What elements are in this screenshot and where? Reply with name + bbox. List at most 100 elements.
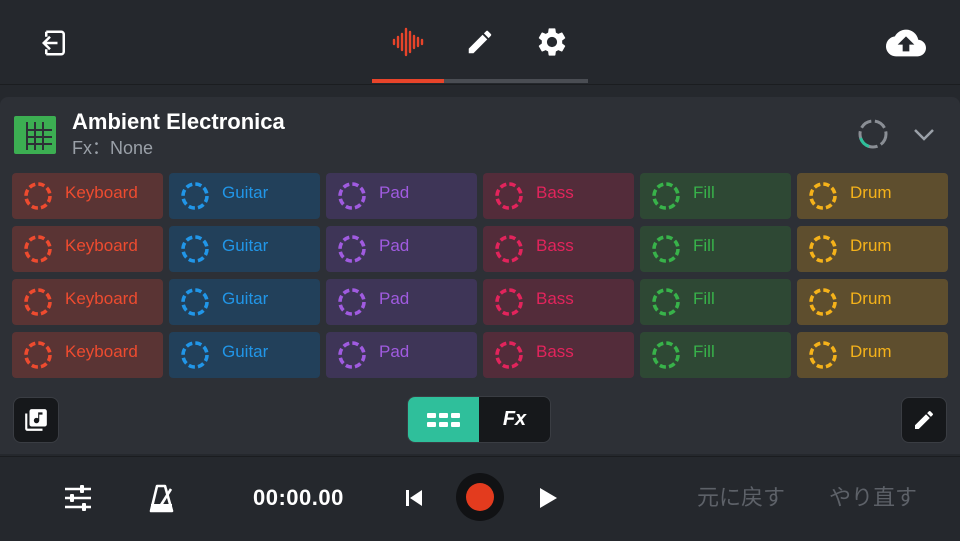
pad-guitar[interactable]: Guitar	[169, 332, 320, 378]
top-bar-divider	[0, 84, 960, 85]
song-grid-icon	[14, 116, 56, 154]
pad-keyboard[interactable]: Keyboard	[12, 332, 163, 378]
pad-guitar[interactable]: Guitar	[169, 173, 320, 219]
tab-settings[interactable]	[533, 24, 571, 60]
pad-ring-icon	[338, 182, 366, 210]
pad-keyboard[interactable]: Keyboard	[12, 226, 163, 272]
pad-label: Drum	[850, 342, 892, 361]
pad-ring-icon	[809, 182, 837, 210]
fx-view-button[interactable]: Fx	[479, 397, 550, 442]
metronome-icon	[149, 484, 174, 513]
pad-ring-icon	[181, 235, 209, 263]
pad-bass[interactable]: Bass	[483, 226, 634, 272]
pad-drum[interactable]: Drum	[797, 226, 948, 272]
pad-pad[interactable]: Pad	[326, 173, 477, 219]
pad-ring-icon	[652, 288, 680, 316]
pad-pad[interactable]: Pad	[326, 332, 477, 378]
pad-fill[interactable]: Fill	[640, 173, 791, 219]
pad-label: Guitar	[222, 289, 269, 308]
pad-ring-icon	[652, 341, 680, 369]
pad-bass[interactable]: Bass	[483, 173, 634, 219]
pad-label: Pad	[379, 236, 410, 255]
edit-pads-button[interactable]	[901, 397, 947, 443]
music-library-icon	[25, 409, 47, 431]
pad-label: Keyboard	[65, 342, 138, 361]
pad-fill[interactable]: Fill	[640, 332, 791, 378]
pad-label: Drum	[850, 183, 892, 202]
tab-edit[interactable]	[462, 24, 498, 60]
exit-icon	[41, 30, 65, 56]
collapse-button[interactable]	[910, 121, 938, 147]
pad-label: Fill	[693, 289, 715, 308]
loading-spinner-icon	[856, 117, 890, 151]
pad-label: Pad	[379, 289, 410, 308]
pad-ring-icon	[338, 288, 366, 316]
redo-button[interactable]: やり直す	[829, 484, 917, 512]
pad-bass[interactable]: Bass	[483, 332, 634, 378]
skip-to-start-button[interactable]	[400, 484, 428, 512]
pad-drum[interactable]: Drum	[797, 332, 948, 378]
pad-ring-icon	[24, 182, 52, 210]
pad-ring-icon	[338, 235, 366, 263]
pad-label: Keyboard	[65, 236, 138, 255]
pad-ring-icon	[181, 182, 209, 210]
metronome-button[interactable]	[146, 482, 178, 514]
pad-ring-icon	[338, 341, 366, 369]
pad-ring-icon	[495, 341, 523, 369]
pad-ring-icon	[652, 182, 680, 210]
pad-bass[interactable]: Bass	[483, 279, 634, 325]
pad-guitar[interactable]: Guitar	[169, 226, 320, 272]
pad-label: Drum	[850, 236, 892, 255]
pad-label: Guitar	[222, 236, 269, 255]
pad-label: Bass	[536, 342, 574, 361]
pad-drum[interactable]: Drum	[797, 173, 948, 219]
tab-waveform[interactable]	[388, 24, 428, 60]
mixer-button[interactable]	[60, 482, 96, 514]
chevron-down-icon	[914, 129, 934, 141]
pad-label: Bass	[536, 183, 574, 202]
skip-back-icon	[406, 490, 422, 506]
pad-label: Bass	[536, 289, 574, 308]
pad-ring-icon	[809, 288, 837, 316]
pad-pad[interactable]: Pad	[326, 279, 477, 325]
waveform-icon	[392, 27, 424, 57]
pad-label: Guitar	[222, 183, 269, 202]
pad-label: Bass	[536, 236, 574, 255]
pad-label: Fill	[693, 183, 715, 202]
grid-view-icon	[426, 412, 460, 427]
grid-view-button[interactable]	[408, 397, 479, 442]
pad-ring-icon	[495, 288, 523, 316]
pad-pad[interactable]: Pad	[326, 226, 477, 272]
pad-keyboard[interactable]: Keyboard	[12, 173, 163, 219]
pad-keyboard[interactable]: Keyboard	[12, 279, 163, 325]
pad-drum[interactable]: Drum	[797, 279, 948, 325]
pad-ring-icon	[495, 182, 523, 210]
play-icon	[540, 488, 557, 508]
pad-label: Drum	[850, 289, 892, 308]
undo-button[interactable]: 元に戻す	[697, 484, 785, 512]
pad-label: Fill	[693, 342, 715, 361]
pad-fill[interactable]: Fill	[640, 226, 791, 272]
pad-ring-icon	[24, 288, 52, 316]
pad-ring-icon	[181, 288, 209, 316]
record-icon	[466, 483, 494, 511]
pad-label: Pad	[379, 342, 410, 361]
pencil-icon	[915, 410, 934, 429]
play-button[interactable]	[534, 484, 562, 512]
pad-ring-icon	[495, 235, 523, 263]
exit-button[interactable]	[38, 26, 72, 60]
record-button[interactable]	[456, 473, 504, 521]
song-fx: Fx：None	[72, 138, 154, 158]
upload-button[interactable]	[884, 26, 928, 60]
active-tab-indicator	[372, 79, 444, 83]
gear-icon	[538, 28, 566, 56]
pad-label: Guitar	[222, 342, 269, 361]
pad-ring-icon	[809, 341, 837, 369]
pad-ring-icon	[24, 341, 52, 369]
pad-label: Fill	[693, 236, 715, 255]
pad-fill[interactable]: Fill	[640, 279, 791, 325]
pad-guitar[interactable]: Guitar	[169, 279, 320, 325]
sliders-icon	[65, 485, 91, 511]
library-button[interactable]	[13, 397, 59, 443]
pencil-icon	[468, 30, 492, 54]
